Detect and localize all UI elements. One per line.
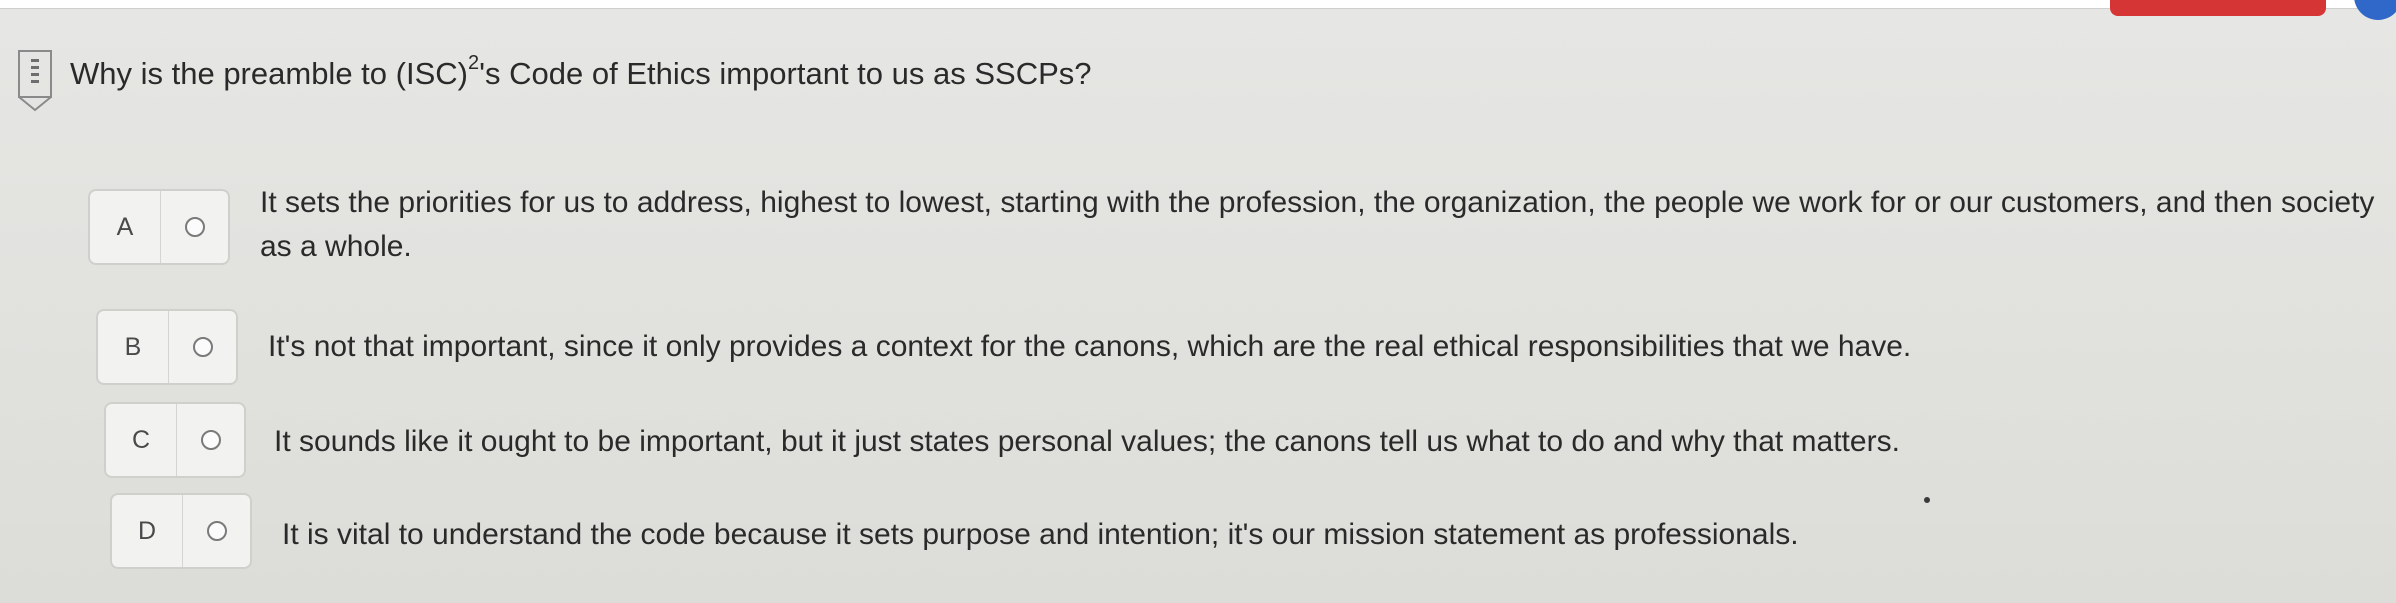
option-c-text: It sounds like it ought to be important,… [274,425,1900,458]
screen-dust-dot [1924,497,1930,503]
option-b-radio[interactable] [169,311,236,383]
option-c-radio[interactable] [177,404,244,476]
option-b-letter: B [98,311,169,383]
option-b-text: It's not that important, since it only p… [268,330,1912,363]
bookmark-flag-icon[interactable] [18,50,52,112]
question-text-before: Why is the preamble to (ISC) [70,56,468,91]
option-a-letter: A [90,191,161,263]
option-c-letter: C [106,404,177,476]
question-superscript: 2 [467,51,480,74]
option-a-text: It sets the priorities for us to address… [260,186,2375,263]
question-text: Why is the preamble to (ISC)2's Code of … [70,51,1092,94]
top-toolbar [0,0,2396,20]
option-a-button[interactable]: A [88,189,230,265]
radio-unselected-icon[interactable] [192,337,213,357]
radio-unselected-icon[interactable] [206,521,227,541]
option-d-button[interactable]: D [110,493,252,569]
option-d-text: It is vital to understand the code becau… [282,518,1799,551]
option-d-letter: D [112,495,183,567]
top-action-button[interactable] [2110,0,2326,16]
option-c-button[interactable]: C [104,402,246,478]
option-a-radio[interactable] [161,191,228,263]
question-text-after: 's Code of Ethics important to us as SSC… [479,56,1092,91]
option-d-radio[interactable] [183,495,250,567]
option-b-button[interactable]: B [96,309,238,385]
radio-unselected-icon[interactable] [200,430,221,450]
radio-unselected-icon[interactable] [184,217,205,237]
top-profile-button[interactable] [2354,0,2396,20]
